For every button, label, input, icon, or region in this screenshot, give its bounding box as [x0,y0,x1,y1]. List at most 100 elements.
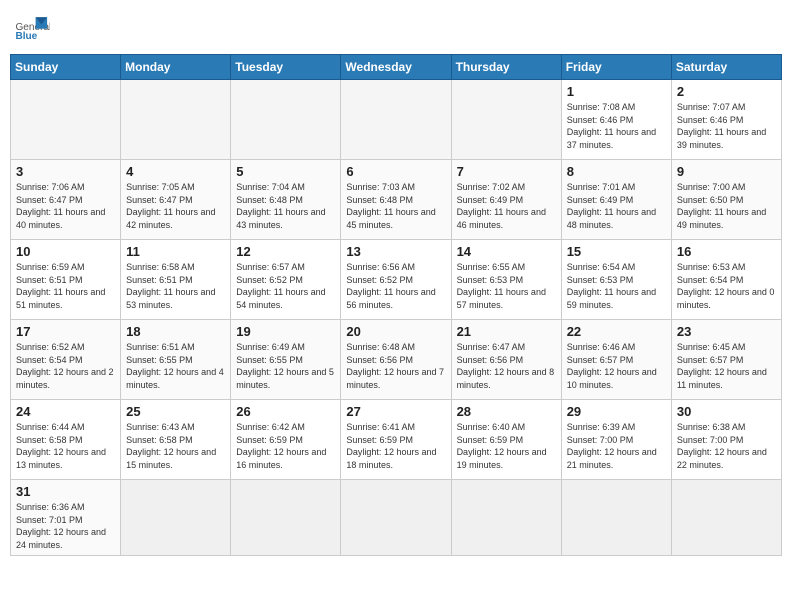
calendar-week-row: 17 Sunrise: 6:52 AM Sunset: 6:54 PM Dayli… [11,320,782,400]
day-info: Sunrise: 7:03 AM Sunset: 6:48 PM Dayligh… [346,181,445,231]
day-number: 11 [126,244,225,259]
day-number: 17 [16,324,115,339]
day-number: 24 [16,404,115,419]
day-number: 15 [567,244,666,259]
svg-text:Blue: Blue [15,31,37,42]
day-info: Sunrise: 7:01 AM Sunset: 6:49 PM Dayligh… [567,181,666,231]
day-info: Sunrise: 6:46 AM Sunset: 6:57 PM Dayligh… [567,341,666,391]
day-number: 5 [236,164,335,179]
calendar-cell: 12 Sunrise: 6:57 AM Sunset: 6:52 PM Dayli… [231,240,341,320]
day-number: 20 [346,324,445,339]
calendar-table: SundayMondayTuesdayWednesdayThursdayFrid… [10,54,782,556]
calendar-cell [451,480,561,556]
day-number: 23 [677,324,776,339]
day-number: 19 [236,324,335,339]
day-number: 2 [677,84,776,99]
calendar-cell [451,80,561,160]
day-number: 7 [457,164,556,179]
calendar-cell: 5 Sunrise: 7:04 AM Sunset: 6:48 PM Daylig… [231,160,341,240]
calendar-cell: 16 Sunrise: 6:53 AM Sunset: 6:54 PM Dayli… [671,240,781,320]
generalblue-logo-icon: General Blue [14,10,50,46]
calendar-cell: 19 Sunrise: 6:49 AM Sunset: 6:55 PM Dayli… [231,320,341,400]
day-number: 31 [16,484,115,499]
weekday-header-thursday: Thursday [451,55,561,80]
weekday-header-monday: Monday [121,55,231,80]
day-info: Sunrise: 6:53 AM Sunset: 6:54 PM Dayligh… [677,261,776,311]
day-info: Sunrise: 7:06 AM Sunset: 6:47 PM Dayligh… [16,181,115,231]
day-number: 29 [567,404,666,419]
weekday-header-sunday: Sunday [11,55,121,80]
day-number: 12 [236,244,335,259]
weekday-header-wednesday: Wednesday [341,55,451,80]
day-info: Sunrise: 6:43 AM Sunset: 6:58 PM Dayligh… [126,421,225,471]
day-number: 30 [677,404,776,419]
day-info: Sunrise: 7:02 AM Sunset: 6:49 PM Dayligh… [457,181,556,231]
calendar-cell: 24Sunrise: 6:44 AM Sunset: 6:58 PM Dayli… [11,400,121,480]
calendar-cell: 7 Sunrise: 7:02 AM Sunset: 6:49 PM Daylig… [451,160,561,240]
day-info: Sunrise: 7:04 AM Sunset: 6:48 PM Dayligh… [236,181,335,231]
calendar-cell [341,80,451,160]
day-info: Sunrise: 6:39 AM Sunset: 7:00 PM Dayligh… [567,421,666,471]
calendar-cell [231,480,341,556]
calendar-cell: 27 Sunrise: 6:41 AM Sunset: 6:59 PM Dayli… [341,400,451,480]
calendar-cell [561,480,671,556]
day-number: 6 [346,164,445,179]
calendar-body: 1 Sunrise: 7:08 AM Sunset: 6:46 PM Daylig… [11,80,782,556]
calendar-cell: 6 Sunrise: 7:03 AM Sunset: 6:48 PM Daylig… [341,160,451,240]
day-info: Sunrise: 6:48 AM Sunset: 6:56 PM Dayligh… [346,341,445,391]
calendar-cell: 17 Sunrise: 6:52 AM Sunset: 6:54 PM Dayli… [11,320,121,400]
day-info: Sunrise: 6:47 AM Sunset: 6:56 PM Dayligh… [457,341,556,391]
calendar-cell: 10Sunrise: 6:59 AM Sunset: 6:51 PM Dayli… [11,240,121,320]
calendar-cell: 31Sunrise: 6:36 AM Sunset: 7:01 PM Dayli… [11,480,121,556]
calendar-header: SundayMondayTuesdayWednesdayThursdayFrid… [11,55,782,80]
day-number: 28 [457,404,556,419]
day-number: 21 [457,324,556,339]
calendar-week-row: 31Sunrise: 6:36 AM Sunset: 7:01 PM Dayli… [11,480,782,556]
day-number: 10 [16,244,115,259]
day-number: 22 [567,324,666,339]
day-info: Sunrise: 6:52 AM Sunset: 6:54 PM Dayligh… [16,341,115,391]
day-number: 26 [236,404,335,419]
calendar-cell: 20 Sunrise: 6:48 AM Sunset: 6:56 PM Dayli… [341,320,451,400]
day-info: Sunrise: 6:57 AM Sunset: 6:52 PM Dayligh… [236,261,335,311]
page-header: General Blue [10,10,782,46]
day-number: 4 [126,164,225,179]
day-number: 16 [677,244,776,259]
calendar-cell [121,80,231,160]
weekday-header-friday: Friday [561,55,671,80]
calendar-cell: 29 Sunrise: 6:39 AM Sunset: 7:00 PM Dayli… [561,400,671,480]
day-number: 27 [346,404,445,419]
calendar-cell [341,480,451,556]
day-info: Sunrise: 6:56 AM Sunset: 6:52 PM Dayligh… [346,261,445,311]
calendar-cell: 3Sunrise: 7:06 AM Sunset: 6:47 PM Daylig… [11,160,121,240]
day-info: Sunrise: 6:51 AM Sunset: 6:55 PM Dayligh… [126,341,225,391]
calendar-cell [231,80,341,160]
calendar-week-row: 3Sunrise: 7:06 AM Sunset: 6:47 PM Daylig… [11,160,782,240]
calendar-cell: 2 Sunrise: 7:07 AM Sunset: 6:46 PM Daylig… [671,80,781,160]
calendar-cell: 8 Sunrise: 7:01 AM Sunset: 6:49 PM Daylig… [561,160,671,240]
day-info: Sunrise: 6:45 AM Sunset: 6:57 PM Dayligh… [677,341,776,391]
day-info: Sunrise: 6:49 AM Sunset: 6:55 PM Dayligh… [236,341,335,391]
calendar-cell: 21 Sunrise: 6:47 AM Sunset: 6:56 PM Dayli… [451,320,561,400]
day-number: 25 [126,404,225,419]
day-info: Sunrise: 6:42 AM Sunset: 6:59 PM Dayligh… [236,421,335,471]
day-number: 1 [567,84,666,99]
day-info: Sunrise: 7:00 AM Sunset: 6:50 PM Dayligh… [677,181,776,231]
day-info: Sunrise: 7:08 AM Sunset: 6:46 PM Dayligh… [567,101,666,151]
weekday-header-row: SundayMondayTuesdayWednesdayThursdayFrid… [11,55,782,80]
day-info: Sunrise: 7:07 AM Sunset: 6:46 PM Dayligh… [677,101,776,151]
day-number: 8 [567,164,666,179]
logo: General Blue [14,10,50,46]
weekday-header-tuesday: Tuesday [231,55,341,80]
calendar-cell [11,80,121,160]
calendar-cell [121,480,231,556]
day-info: Sunrise: 7:05 AM Sunset: 6:47 PM Dayligh… [126,181,225,231]
day-info: Sunrise: 6:41 AM Sunset: 6:59 PM Dayligh… [346,421,445,471]
day-info: Sunrise: 6:54 AM Sunset: 6:53 PM Dayligh… [567,261,666,311]
calendar-cell: 30Sunrise: 6:38 AM Sunset: 7:00 PM Dayli… [671,400,781,480]
calendar-cell: 14Sunrise: 6:55 AM Sunset: 6:53 PM Dayli… [451,240,561,320]
calendar-cell: 23 Sunrise: 6:45 AM Sunset: 6:57 PM Dayli… [671,320,781,400]
day-info: Sunrise: 6:58 AM Sunset: 6:51 PM Dayligh… [126,261,225,311]
calendar-week-row: 24Sunrise: 6:44 AM Sunset: 6:58 PM Dayli… [11,400,782,480]
calendar-week-row: 10Sunrise: 6:59 AM Sunset: 6:51 PM Dayli… [11,240,782,320]
